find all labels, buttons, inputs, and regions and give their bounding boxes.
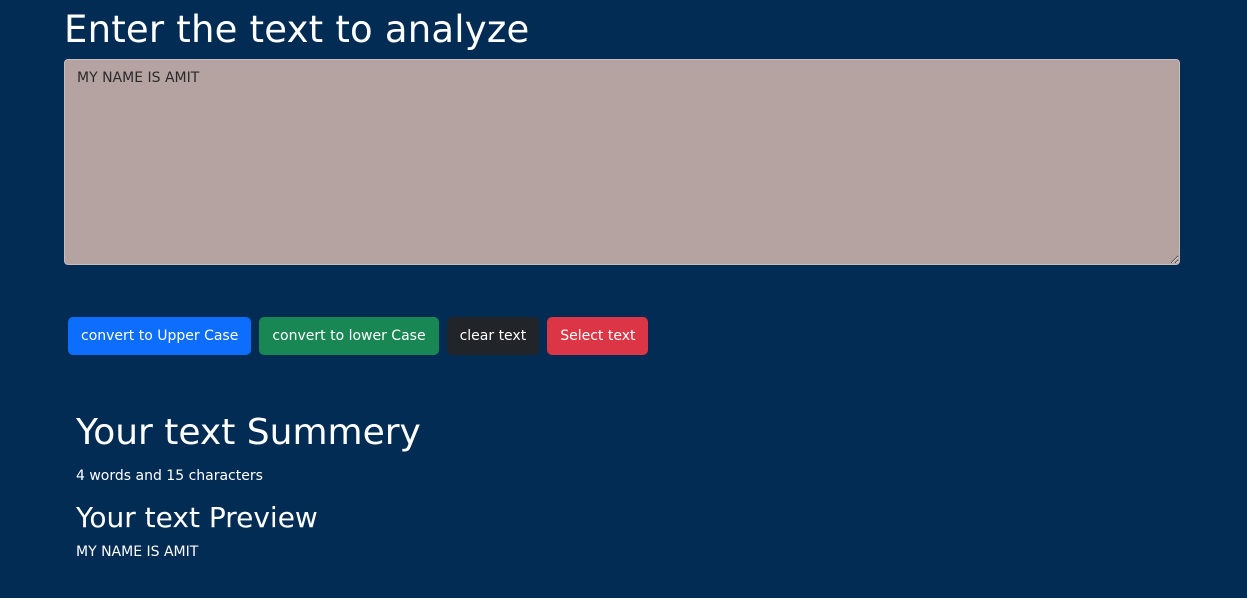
clear-text-button[interactable]: clear text xyxy=(446,317,540,355)
select-text-button[interactable]: Select text xyxy=(547,317,649,355)
page-title: Enter the text to analyze xyxy=(64,8,530,51)
action-buttons: convert to Upper Case convert to lower C… xyxy=(68,317,649,355)
text-input-area[interactable] xyxy=(64,59,1180,265)
preview-text: MY NAME IS AMIT xyxy=(76,544,199,560)
summary-stats: 4 words and 15 characters xyxy=(76,468,263,484)
text-summary-section: Your text Summery 4 words and 15 charact… xyxy=(76,410,421,562)
convert-upper-case-button[interactable]: convert to Upper Case xyxy=(68,317,252,355)
preview-heading: Your text Preview xyxy=(76,501,318,534)
convert-lower-case-button[interactable]: convert to lower Case xyxy=(259,317,439,355)
summary-heading: Your text Summery xyxy=(76,412,421,453)
